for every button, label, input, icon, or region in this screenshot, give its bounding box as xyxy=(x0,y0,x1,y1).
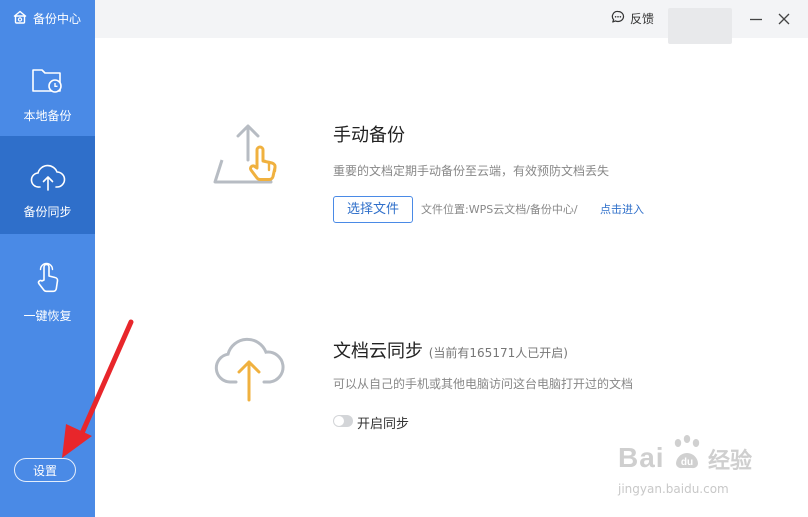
svg-text:du: du xyxy=(681,457,693,468)
user-avatar-area[interactable] xyxy=(668,8,732,44)
manual-backup-icon xyxy=(212,122,292,192)
hand-pointer-icon xyxy=(32,234,64,299)
choose-file-button[interactable]: 选择文件 xyxy=(333,196,413,223)
close-button[interactable] xyxy=(774,9,794,29)
sidebar-item-label: 一键恢复 xyxy=(23,309,72,323)
chat-bubble-icon xyxy=(611,10,625,27)
paw-icon: du xyxy=(670,434,704,476)
cloud-sync-description: 可以从自己的手机或其他电脑访问这台电脑打开过的文档 xyxy=(333,377,634,391)
sidebar-item-local-backup[interactable]: 本地备份 xyxy=(0,38,95,136)
cloud-sync-title-row: 文档云同步 (当前有165171人已开启) xyxy=(333,337,568,363)
manual-backup-title: 手动备份 xyxy=(333,125,405,146)
sync-user-count: (当前有165171人已开启) xyxy=(428,346,568,360)
sidebar-item-label: 本地备份 xyxy=(23,109,72,123)
watermark-url: jingyan.baidu.com xyxy=(618,482,729,496)
close-icon xyxy=(778,13,790,25)
file-location-text: 文件位置:WPS云文档/备份中心/ xyxy=(421,203,578,216)
feedback-label: 反馈 xyxy=(630,11,655,26)
sync-toggle-label: 开启同步 xyxy=(357,417,410,432)
app-title: 备份中心 xyxy=(12,9,81,27)
sidebar: 备份中心 本地备份 备份同步 一键恢复 设置 xyxy=(0,0,95,517)
toggle-knob xyxy=(334,416,344,426)
sidebar-item-label: 备份同步 xyxy=(23,205,72,219)
watermark-jingyan: 经验 xyxy=(708,449,753,474)
watermark-brand: Bai xyxy=(618,442,665,473)
home-icon xyxy=(12,9,28,28)
sidebar-item-restore[interactable]: 一键恢复 xyxy=(0,234,95,332)
feedback-button[interactable]: 反馈 xyxy=(611,8,654,28)
app-title-text: 备份中心 xyxy=(33,11,82,26)
sidebar-item-backup-sync[interactable]: 备份同步 xyxy=(0,136,95,234)
cloud-sync-icon xyxy=(212,328,288,408)
manual-backup-description: 重要的文档定期手动备份至云端，有效预防文档丢失 xyxy=(333,164,610,178)
sync-toggle[interactable] xyxy=(333,415,353,427)
folder-clock-icon xyxy=(31,38,65,99)
settings-button[interactable]: 设置 xyxy=(14,458,76,482)
minimize-icon xyxy=(750,18,762,21)
open-folder-link[interactable]: 点击进入 xyxy=(600,201,644,217)
minimize-button[interactable] xyxy=(746,9,766,29)
cloud-sync-title: 文档云同步 xyxy=(333,341,423,362)
cloud-upload-icon xyxy=(30,136,66,195)
